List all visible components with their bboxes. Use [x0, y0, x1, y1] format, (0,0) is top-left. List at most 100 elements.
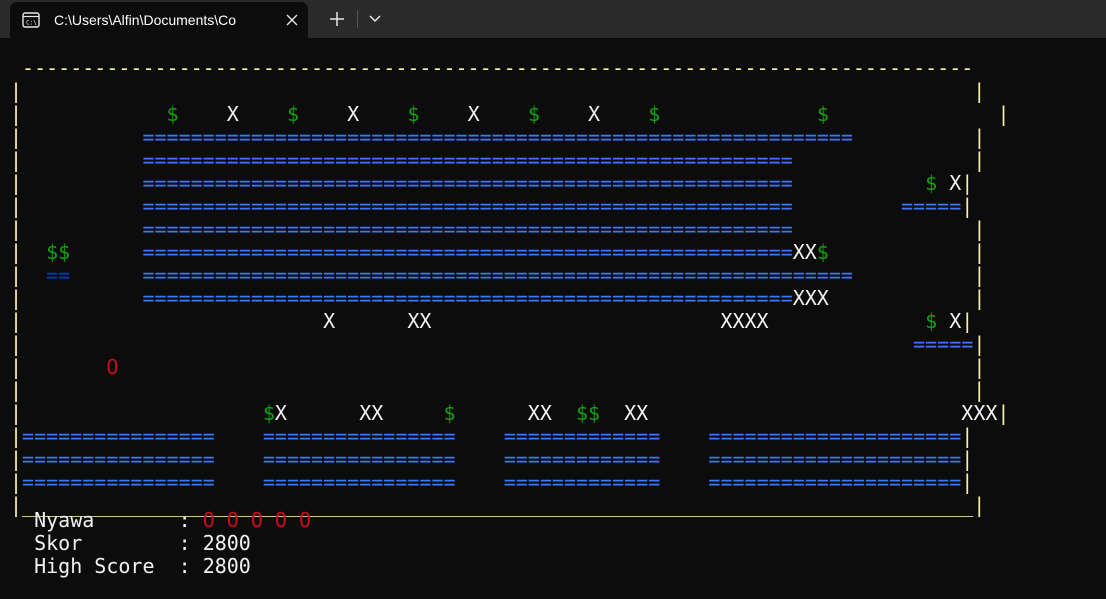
- game-row-segment: O: [106, 355, 119, 379]
- game-row-segment: [70, 240, 142, 264]
- game-row-segment: ================: [22, 470, 215, 494]
- lives-label: Nyawa: [34, 508, 179, 532]
- game-row-segment: [22, 102, 167, 126]
- game-row: | $$ ===================================…: [10, 241, 985, 264]
- game-row-segment: [215, 447, 263, 471]
- game-row-segment: X: [299, 102, 408, 126]
- game-row-segment: ========================================…: [142, 286, 793, 310]
- game-row-segment: [22, 286, 142, 310]
- game-row-segment: $: [648, 102, 661, 126]
- game-row-segment: ========================================…: [142, 194, 793, 218]
- game-row-segment: [22, 240, 46, 264]
- terminal-output[interactable]: ----------------------------------------…: [0, 38, 1106, 599]
- lives-separator: :: [178, 508, 203, 532]
- terminal-tab[interactable]: C:\ C:\Users\Alfin\Documents\Co: [10, 2, 308, 38]
- game-row-segment: ==: [46, 263, 71, 287]
- game-row-segment: X XX: [274, 401, 444, 425]
- plus-icon[interactable]: [324, 8, 350, 30]
- game-row-segment: [793, 217, 974, 241]
- game-row-segment: $: [262, 401, 275, 425]
- game-row-segment: [793, 194, 901, 218]
- game-row-segment: |: [973, 378, 986, 402]
- game-row-segment: ========================================…: [142, 148, 793, 172]
- lives-value: O O O O O: [202, 508, 312, 532]
- game-row: | ======================================…: [10, 218, 985, 241]
- game-row-segment: $: [925, 171, 938, 195]
- game-row-segment: |: [10, 263, 23, 287]
- svg-text:C:\: C:\: [26, 20, 37, 27]
- game-row-segment: |: [973, 286, 986, 310]
- game-row-segment: [215, 470, 263, 494]
- game-row-segment: $: [286, 102, 300, 126]
- game-row-segment: |: [10, 148, 23, 172]
- high-score-line: High Score : 2800: [10, 555, 251, 578]
- game-row-segment: X: [937, 309, 962, 333]
- game-row-segment: ========================================…: [142, 217, 793, 241]
- game-row-segment: |: [961, 171, 974, 195]
- game-row-segment: [22, 125, 142, 149]
- game-row-segment: [22, 148, 142, 172]
- game-row-segment: |: [973, 125, 986, 149]
- game-row: | ======================================…: [10, 195, 973, 218]
- game-row-segment: [853, 125, 973, 149]
- high-score-value: 2800: [202, 554, 251, 578]
- game-row-segment: ========================================…: [142, 240, 793, 264]
- game-row-segment: |: [10, 378, 23, 402]
- game-row: ----------------------------------------…: [10, 57, 985, 80]
- game-row: | $X XX $ XX $$ XX XXX|: [10, 402, 1009, 425]
- score-value: 2800: [202, 531, 251, 555]
- game-row-segment: |: [10, 171, 23, 195]
- game-row-segment: |: [10, 470, 23, 494]
- game-row-segment: [853, 263, 973, 287]
- game-row-segment: |: [10, 125, 23, 149]
- game-row-segment: ========================================…: [142, 125, 853, 149]
- game-row: | |: [10, 80, 985, 103]
- game-row-segment: |: [10, 217, 23, 241]
- game-row-segment: |: [973, 148, 986, 172]
- game-row-segment: [22, 378, 973, 402]
- game-row-segment: =====: [901, 194, 962, 218]
- game-row-segment: [118, 355, 973, 379]
- game-row-segment: [456, 424, 504, 448]
- game-row-segment: $$: [575, 401, 601, 425]
- close-icon[interactable]: [281, 9, 303, 31]
- game-row-segment: |: [973, 263, 986, 287]
- game-row-segment: |: [10, 194, 23, 218]
- game-row-segment: $: [925, 309, 938, 333]
- high-score-separator: :: [178, 554, 203, 578]
- game-row-segment: [22, 332, 913, 356]
- game-row: | |: [10, 379, 985, 402]
- game-row-segment: $: [816, 240, 829, 264]
- game-row-segment: [22, 194, 142, 218]
- game-row-segment: [22, 79, 973, 103]
- game-row: |================ ================ =====…: [10, 448, 973, 471]
- game-row-segment: |: [10, 332, 23, 356]
- game-row-segment: [829, 102, 998, 126]
- game-row: | ======================================…: [10, 149, 985, 172]
- game-row-segment: =====================: [708, 470, 962, 494]
- game-row-segment: |: [10, 286, 23, 310]
- chevron-down-icon[interactable]: [362, 8, 388, 30]
- game-row-segment: $$: [46, 240, 71, 264]
- game-row-segment: [215, 424, 263, 448]
- game-row: | =====|: [10, 333, 985, 356]
- lives-line: Nyawa : O O O O O: [10, 509, 311, 532]
- game-row-segment: ========================================…: [142, 263, 853, 287]
- game-row-segment: [22, 217, 142, 241]
- game-row-segment: =====: [913, 332, 974, 356]
- game-row-segment: [793, 171, 925, 195]
- titlebar-divider: [357, 10, 358, 28]
- game-row-segment: [660, 470, 708, 494]
- game-row-segment: |: [961, 309, 974, 333]
- game-row-segment: XX XXX: [600, 401, 998, 425]
- game-row-segment: $: [816, 102, 829, 126]
- game-row-segment: X: [419, 102, 528, 126]
- game-row-segment: ================: [22, 424, 215, 448]
- terminal-icon: C:\: [22, 11, 40, 29]
- score-separator: :: [178, 531, 203, 555]
- game-row-segment: [829, 240, 974, 264]
- game-row-segment: |: [961, 447, 974, 471]
- game-row: | ======================================…: [10, 287, 985, 310]
- game-row-segment: |: [973, 79, 986, 103]
- game-row-segment: [660, 447, 708, 471]
